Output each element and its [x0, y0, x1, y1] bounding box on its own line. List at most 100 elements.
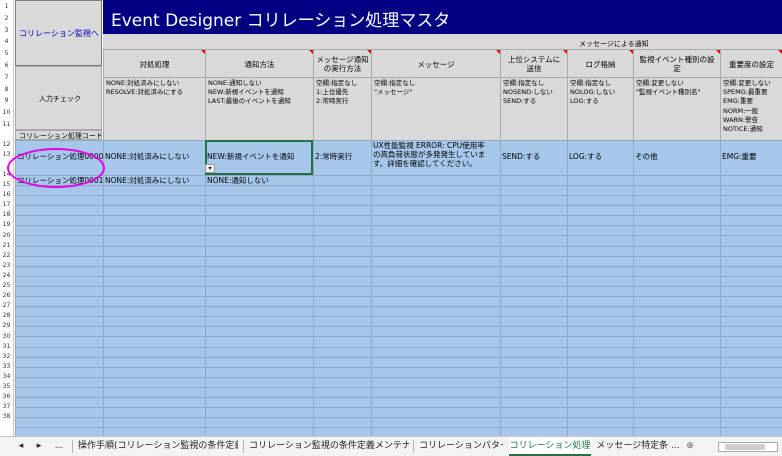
row-number[interactable]: 15 [0, 180, 13, 189]
data-cell-line: す。詳細を確認してください。 [373, 159, 477, 168]
column-header: 重要度の設定 [720, 50, 782, 78]
row-number[interactable]: 8 [0, 85, 13, 94]
column-header: メッセージ通知 の実行方法 [313, 50, 371, 78]
row-number[interactable]: 13 [0, 150, 13, 159]
row-number[interactable]: 19 [0, 220, 13, 229]
data-cell[interactable]: NONE:通知しない [207, 176, 312, 185]
row-number[interactable]: 35 [0, 382, 13, 391]
horizontal-scrollbar[interactable] [718, 442, 778, 452]
grid-line [15, 205, 782, 207]
grid-line [15, 427, 782, 429]
column-description-line: EMG:重要 [723, 97, 753, 106]
data-cell[interactable]: NONE:対処済みにしない [105, 176, 204, 185]
row-number[interactable]: 28 [0, 311, 13, 320]
row-number[interactable]: 12 [0, 140, 13, 149]
row-number[interactable]: 27 [0, 301, 13, 310]
prev-sheet-button[interactable]: ◂ [16, 437, 26, 456]
row-number[interactable]: 10 [0, 108, 13, 117]
data-cell-line: の高負荷状態が多発発生していま [373, 150, 486, 159]
row-number[interactable]: 18 [0, 210, 13, 219]
grid-line [15, 417, 782, 419]
data-cell[interactable]: LOG:する [569, 152, 632, 161]
column-description: 空欄:変更しない SPEMG:最重要 EMG:重要 NORM:一般 WARN:警告 NOT… [720, 78, 782, 140]
data-cell[interactable]: SEND:する [502, 152, 566, 161]
tab-correlation-process[interactable]: コリレーション処理 [509, 437, 591, 456]
row-number[interactable]: 29 [0, 321, 13, 330]
data-cell[interactable]: NONE:対処済みにしない [105, 152, 204, 161]
row-number[interactable]: 5 [0, 49, 13, 58]
column-description-line: NOSEND:しない [503, 88, 553, 97]
row-number[interactable]: 25 [0, 281, 13, 290]
column-description-line: "メッセージ" [374, 88, 413, 97]
dropdown-arrow-icon[interactable]: ▾ [205, 164, 215, 173]
tabs-ellipsis-button[interactable]: ... [52, 437, 66, 456]
row-number[interactable]: 24 [0, 271, 13, 280]
column-header-label: 重要度の設定 [729, 60, 774, 69]
column-header-label: ログ格納 [585, 60, 616, 69]
add-sheet-icon[interactable]: ⊕ [684, 437, 696, 456]
row-number[interactable]: 37 [0, 402, 13, 411]
scrollbar-thumb[interactable] [725, 444, 765, 450]
grid-line [15, 397, 782, 398]
row-number[interactable]: 6 [0, 61, 13, 70]
data-cell[interactable]: その他 [635, 152, 719, 161]
grid-line [15, 195, 782, 196]
row-number[interactable]: 2 [0, 14, 13, 23]
column-header: 対処処理 [103, 50, 205, 78]
next-sheet-button[interactable]: ▸ [34, 437, 44, 456]
column-header-label: メッセージ [417, 60, 455, 69]
selected-cell[interactable] [205, 140, 313, 175]
row-number[interactable]: 30 [0, 332, 13, 341]
tab-correlation-pattern[interactable]: コリレーションパターン [419, 437, 503, 456]
grid-line [15, 316, 782, 318]
row-number[interactable]: 33 [0, 362, 13, 371]
column-description-line: 2:常時実行 [316, 97, 349, 106]
column-description: 空欄:指定なし NOSEND:しない SEND:する [500, 78, 567, 140]
code-header-label: コリレーション処理コード [19, 132, 102, 140]
column-description: NONE:通知しない NEW:新規イベントを通知 LAST:最後のイベントを通知 [205, 78, 313, 140]
tab-condition-maintenance[interactable]: コリレーション監視の条件定義メンテナンス [249, 437, 409, 456]
grid-line [15, 356, 782, 358]
grid-line [15, 386, 782, 388]
row-number[interactable]: 38 [0, 412, 13, 421]
row-number[interactable]: 26 [0, 291, 13, 300]
column-description-line: NOTICE:通知 [723, 125, 763, 134]
column-header-label: の実行方法 [323, 64, 362, 73]
column-description-line: RESOLVE:対処済みにする [106, 88, 184, 97]
column-description-line: 空欄:指定なし [503, 79, 545, 87]
data-cell[interactable]: EMG:重要 [722, 152, 781, 161]
column-description-line: SEND:する [503, 97, 537, 106]
row-number[interactable]: 16 [0, 190, 13, 199]
row-number[interactable]: 11 [0, 120, 13, 129]
row-number[interactable]: 23 [0, 261, 13, 270]
tab-operation-procedure[interactable]: 操作手順(コリレーション監視の条件定義) [78, 437, 238, 456]
row-number[interactable]: 9 [0, 96, 13, 105]
input-check-label: 入力チェック [39, 95, 81, 103]
column-description-line: 空欄:変更しない [723, 79, 771, 87]
row-number[interactable]: 17 [0, 200, 13, 209]
correlation-monitor-link-button[interactable]: コリレーション監視へ [15, 0, 102, 66]
tab-message-condition[interactable]: メッセージ特定条 ... [595, 437, 681, 456]
link-button-label: コリレーション監視へ [19, 29, 99, 38]
row-number[interactable]: 7 [0, 73, 13, 82]
data-cell[interactable]: UX性能監視 ERROR: CPU使用率 の高負荷状態が多発発生していま す。詳細を… [373, 141, 499, 168]
column-description: 空欄:変更しない "監視イベント種別名" [633, 78, 720, 140]
row-number[interactable]: 32 [0, 352, 13, 361]
row-number[interactable]: 20 [0, 231, 13, 240]
row-number[interactable]: 36 [0, 392, 13, 401]
row-number[interactable]: 21 [0, 241, 13, 250]
data-cell[interactable]: 2:常時実行 [315, 152, 370, 161]
row-number[interactable]: 4 [0, 37, 13, 46]
row-number[interactable]: 34 [0, 372, 13, 381]
row-number[interactable]: 1 [0, 2, 13, 11]
row-number[interactable]: 31 [0, 342, 13, 351]
column-description: NONE:対処済みにしない RESOLVE:対処済みにする [103, 78, 205, 140]
column-header: 上位システムに 送信 [500, 50, 567, 78]
row-number[interactable]: 3 [0, 26, 13, 35]
column-description: 空欄:指定なし "メッセージ" [371, 78, 500, 140]
column-header: ログ格納 [567, 50, 633, 78]
row-number[interactable]: 22 [0, 251, 13, 260]
column-description-line: NONE:通知しない [208, 79, 262, 87]
comment-indicator [778, 50, 782, 54]
column-description-line: "監視イベント種別名" [636, 88, 701, 97]
